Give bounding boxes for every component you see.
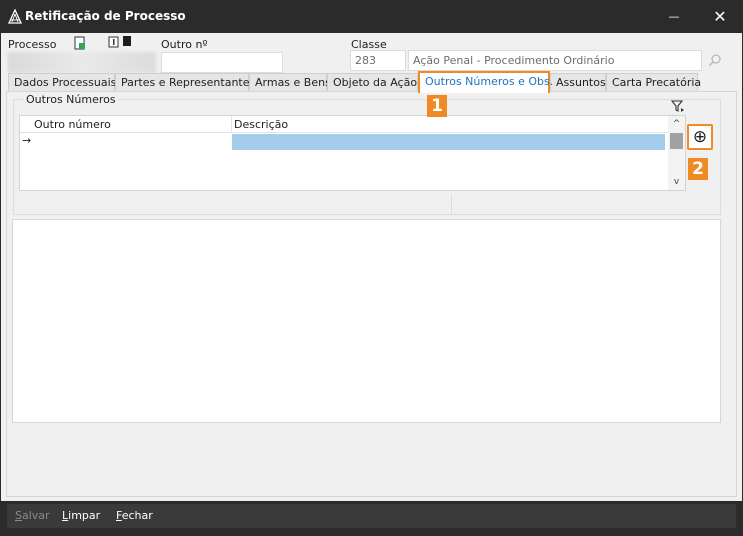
app-logo-icon <box>7 9 23 24</box>
classe-code-field[interactable]: 283 <box>350 50 406 71</box>
form-client-area: Processo Outro nº Classe 283 Ação Penal … <box>1 33 742 501</box>
callout-2: 2 <box>688 158 708 180</box>
tab-outros-numeros-obs[interactable]: Outros Números e Obs. <box>418 71 553 93</box>
row-indicator-icon: → <box>22 134 32 147</box>
scroll-thumb[interactable] <box>670 133 683 149</box>
fechar-label: echar <box>121 509 153 522</box>
classe-description-field: Ação Penal - Procedimento Ordinário <box>408 50 702 71</box>
limpar-label: impar <box>68 509 101 522</box>
document-status-icon <box>74 36 85 50</box>
tab-partes-representantes[interactable]: Partes e Representantes <box>115 73 255 92</box>
retificacao-window: Retificação de Processo — ✕ Processo Out… <box>0 0 743 536</box>
processo-label: Processo <box>8 38 57 51</box>
close-button[interactable]: ✕ <box>697 0 743 33</box>
fechar-button[interactable]: Fechar <box>116 509 153 522</box>
outros-numeros-grid[interactable]: Outro número Descrição → ^ v <box>19 115 686 191</box>
minimize-icon: — <box>668 10 680 23</box>
outro-numero-label: Outro nº <box>161 38 208 51</box>
processo-field[interactable] <box>8 52 156 73</box>
title-bar[interactable]: Retificação de Processo — ✕ <box>0 0 743 33</box>
minimize-button[interactable]: — <box>651 0 697 33</box>
tab-assuntos[interactable]: Assuntos <box>550 73 606 92</box>
grid-header: Outro número Descrição <box>20 116 668 133</box>
add-icon: ⊕ <box>692 126 708 147</box>
column-outro-numero[interactable]: Outro número <box>34 118 111 131</box>
group-divider <box>451 194 452 214</box>
scroll-up-icon[interactable]: ^ <box>668 116 685 132</box>
tab-armas-bens[interactable]: Armas e Bens <box>249 73 331 92</box>
table-row[interactable]: → <box>20 134 668 150</box>
observacoes-textarea[interactable] <box>12 219 721 423</box>
tab-dados-processuais[interactable]: Dados Processuais <box>8 73 116 92</box>
close-icon: ✕ <box>713 7 727 26</box>
search-icon[interactable] <box>708 53 722 67</box>
outro-numero-input[interactable] <box>161 52 283 73</box>
add-outro-numero-button[interactable]: ⊕ <box>687 124 713 150</box>
limpar-button[interactable]: Limpar <box>62 509 100 522</box>
tab-panel-outros-numeros: Outros Números Outro número Descrição → … <box>6 91 737 497</box>
salvar-accel: S <box>15 509 22 522</box>
footer-toolbar: Salvar Limpar Fechar <box>7 504 736 528</box>
salvar-label: alvar <box>21 509 50 522</box>
scroll-down-icon[interactable]: v <box>668 174 685 190</box>
callout-1: 1 <box>427 95 447 117</box>
tab-objeto-acao[interactable]: Objeto da Ação <box>327 73 418 92</box>
outros-numeros-legend: Outros Números <box>24 93 118 106</box>
outros-numeros-group: Outros Números Outro número Descrição → … <box>13 93 721 215</box>
grid-scrollbar[interactable]: ^ v <box>668 116 685 190</box>
descricao-cell[interactable] <box>232 134 665 150</box>
square-icon[interactable] <box>123 36 132 47</box>
salvar-button[interactable]: Salvar <box>15 509 50 522</box>
window-title: Retificação de Processo <box>25 9 186 23</box>
info-icon[interactable] <box>108 36 120 48</box>
column-descricao[interactable]: Descrição <box>234 118 288 131</box>
tab-carta-precatoria[interactable]: Carta Precatória <box>606 73 701 92</box>
column-divider[interactable] <box>231 116 232 133</box>
filter-icon[interactable] <box>671 99 685 113</box>
